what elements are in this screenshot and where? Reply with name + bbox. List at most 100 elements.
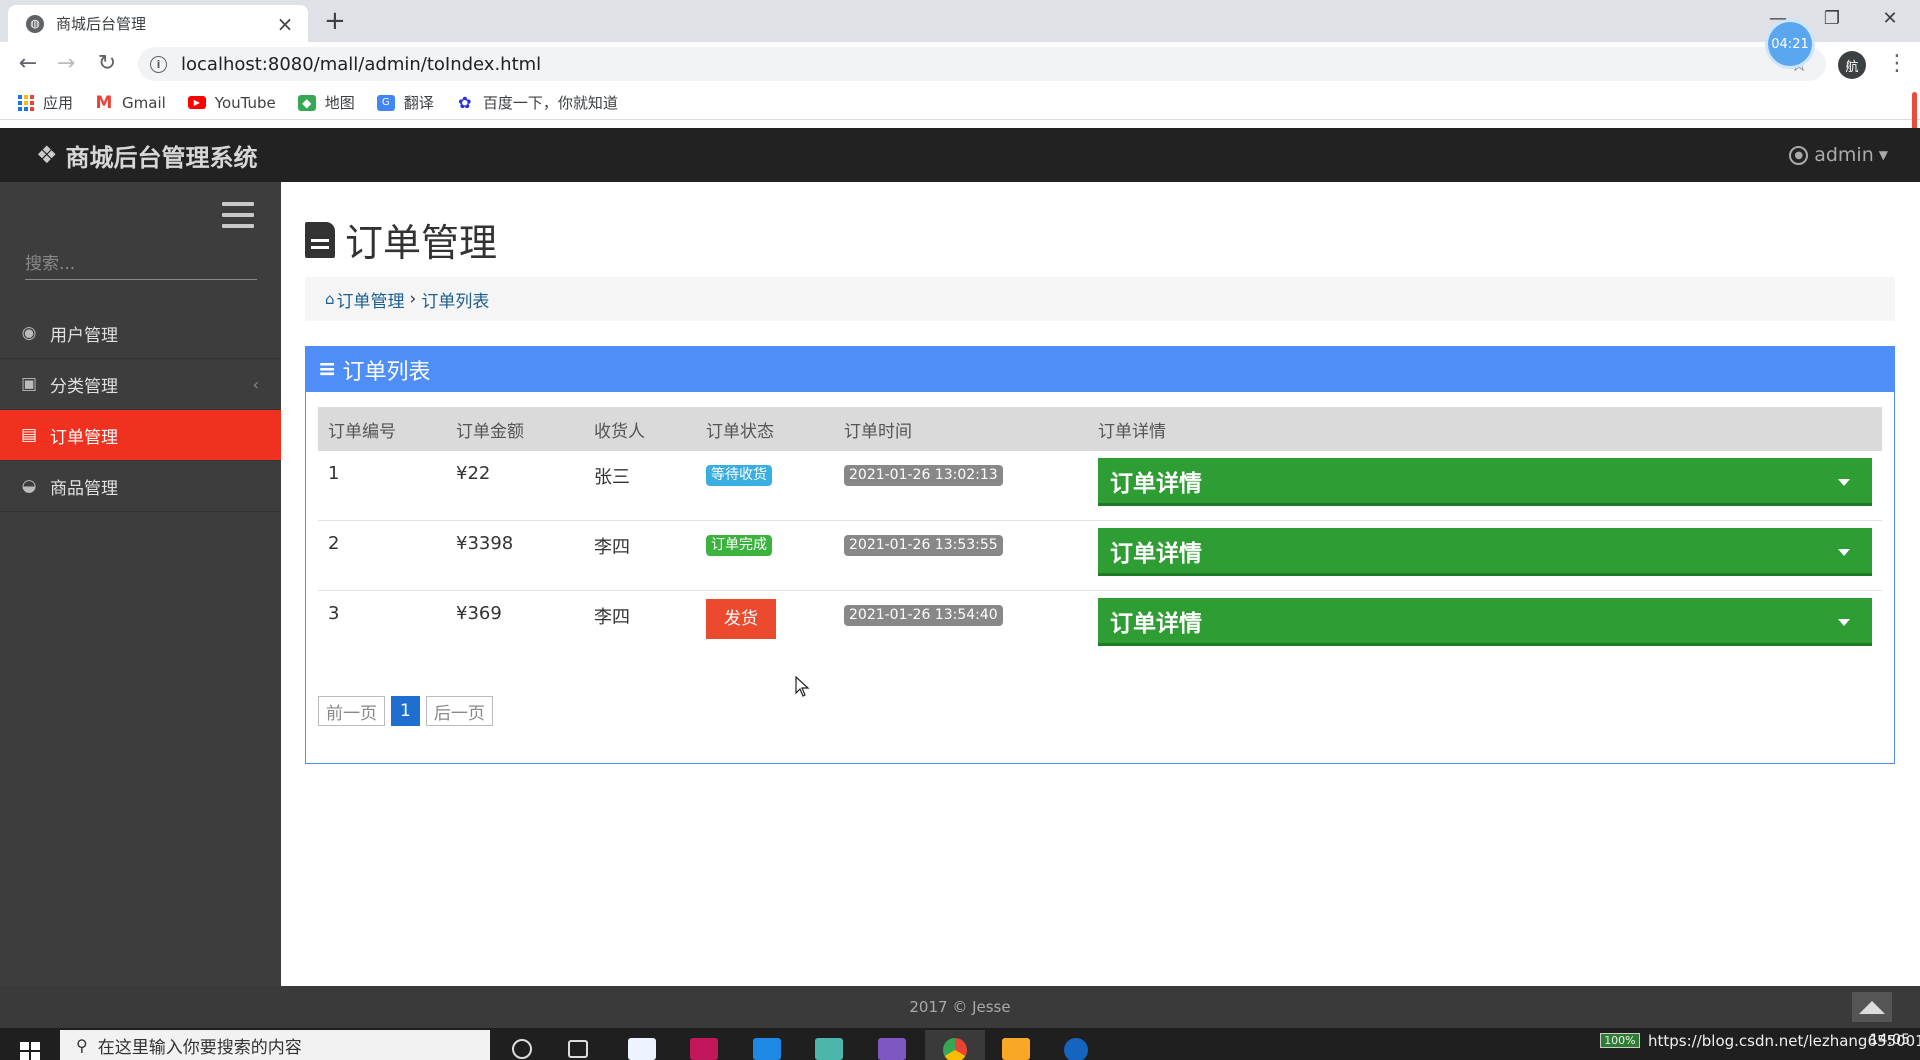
sidebar: ◉ 用户管理 ▣ 分类管理 ‹ ▤ 订单管理 ◒ 商品管理 [0,182,281,986]
order-receiver: 李四 [594,537,630,558]
app-icon-3[interactable] [878,1038,906,1060]
status-badge: 订单完成 [706,535,772,556]
column-header: 订单详情 [1098,421,1166,442]
breadcrumb-separator: › [409,289,417,309]
bookmark-baidu[interactable]: ✿ 百度一下，你就知道 [456,92,618,113]
browser-tab[interactable]: ◍ 商城后台管理 × [8,5,308,42]
chrome-taskbar-button[interactable] [925,1030,985,1060]
maps-icon: ◆ [297,94,316,111]
youtube-icon: ▶ [187,96,206,109]
bookmark-maps[interactable]: ◆ 地图 [297,92,355,113]
ship-button[interactable]: 发货 [706,599,776,639]
user-menu[interactable]: ● admin ▼ [1789,128,1888,182]
page-number-button[interactable]: 1 [391,696,420,726]
user-circle-icon: ◉ [21,323,37,343]
baidu-icon: ✿ [458,93,472,112]
table-header: 订单编号 订单金额 收货人 订单状态 订单时间 订单详情 [318,407,1882,451]
order-id: 1 [328,463,340,484]
chevron-left-icon: ‹ [252,374,259,394]
status-badge: 等待收货 [706,465,772,486]
back-to-top-button[interactable] [1852,992,1892,1022]
bookmark-youtube[interactable]: ▶ YouTube [187,94,276,112]
new-tab-icon[interactable]: + [324,8,346,34]
battery-indicator[interactable]: 100% [1600,1032,1640,1048]
order-detail-dropdown[interactable]: 订单详情 [1098,598,1872,646]
app-icon-2[interactable] [815,1038,843,1060]
hamburger-menu-icon[interactable] [222,202,254,228]
url-text[interactable]: localhost:8080/mall/admin/toIndex.html [181,54,541,75]
column-header: 订单时间 [844,421,912,442]
apps-grid-icon [18,94,34,111]
table-row: 3 ¥369 李四 发货 2021-01-26 13:54:40 订单详情 [318,591,1882,661]
next-page-button[interactable]: 后一页 [425,696,493,726]
task-view-icon[interactable] [568,1040,588,1058]
file-explorer-icon[interactable] [1002,1038,1030,1060]
bookmark-apps[interactable]: 应用 [18,92,73,113]
bookmark-translate[interactable]: G 翻译 [376,92,434,113]
breadcrumb-link[interactable]: 订单列表 [421,287,489,312]
translate-icon: G [376,94,395,111]
search-icon: ⚲ [76,1035,88,1055]
cortana-icon[interactable] [512,1039,532,1059]
column-header: 收货人 [594,421,645,442]
column-header: 订单状态 [706,421,774,442]
sidebar-menu: ◉ 用户管理 ▣ 分类管理 ‹ ▤ 订单管理 ◒ 商品管理 [0,308,281,512]
cubes-icon: ❖ [36,141,58,169]
globe-icon: ◍ [26,14,44,33]
app-icon-1[interactable] [628,1038,656,1060]
home-icon: ⌂ [325,290,335,308]
tab-title: 商城后台管理 [56,15,147,33]
window-close-icon[interactable]: ✕ [1870,4,1910,34]
sidebar-item-orders[interactable]: ▤ 订单管理 [0,410,281,461]
brand[interactable]: ❖ 商城后台管理系统 [36,128,258,182]
caret-down-icon [1838,479,1850,486]
sidebar-item-users[interactable]: ◉ 用户管理 [0,308,281,359]
gmail-icon: M [95,92,113,113]
taskbar-search-box[interactable]: ⚲ 在这里输入你要搜索的内容 [60,1030,490,1060]
profile-avatar[interactable]: 航 [1838,51,1866,79]
sidebar-item-categories[interactable]: ▣ 分类管理 ‹ [0,359,281,410]
prev-page-button[interactable]: 前一页 [318,696,385,726]
order-detail-dropdown[interactable]: 订单详情 [1098,458,1872,506]
order-time-badge: 2021-01-26 13:54:40 [844,605,1003,626]
sidebar-item-products[interactable]: ◒ 商品管理 [0,461,281,512]
copyright-text: 2017 © Jesse [909,998,1011,1016]
pagination: 前一页 1 后一页 [318,696,499,726]
page-footer: 2017 © Jesse [0,986,1920,1028]
order-amount: ¥3398 [456,533,514,554]
order-amount: ¥22 [456,463,491,484]
order-receiver: 李四 [594,607,630,628]
table-row: 1 ¥22 张三 等待收货 2021-01-26 13:02:13 订单详情 [318,451,1882,521]
close-icon[interactable]: × [274,14,296,34]
menu-kebab-icon[interactable]: ⋮ [1886,50,1908,78]
table-row: 2 ¥3398 李四 订单完成 2021-01-26 13:53:55 订单详情 [318,521,1882,591]
breadcrumb-link[interactable]: 订单管理 [337,287,405,312]
caret-down-icon: ▼ [1878,148,1888,162]
vscode-icon[interactable] [753,1038,781,1060]
forward-icon[interactable]: → [52,50,80,78]
sidebar-item-label: 订单管理 [50,427,118,448]
back-icon[interactable]: ← [14,50,42,78]
windows-start-icon[interactable] [20,1042,40,1060]
column-header: 订单编号 [328,421,396,442]
order-detail-dropdown[interactable]: 订单详情 [1098,528,1872,576]
reload-icon[interactable]: ↻ [93,50,121,78]
address-bar[interactable]: i localhost:8080/mall/admin/toIndex.html… [138,47,1826,81]
intellij-icon[interactable] [690,1038,718,1060]
timer-badge[interactable]: 04:21 [1768,22,1812,66]
order-id: 3 [328,603,340,624]
category-icon: ▣ [20,374,38,394]
breadcrumb: ⌂ 订单管理 › 订单列表 [305,277,1895,321]
chrome-icon [943,1038,967,1060]
watermark-text: https://blog.csdn.net/lezhang6550013 [1648,1032,1920,1050]
arrow-up-icon [1859,1000,1885,1014]
caret-down-icon [1838,549,1850,556]
browser-tab-bar: ◍ 商城后台管理 × + — ❐ ✕ [0,0,1920,42]
restore-icon[interactable]: ❐ [1812,4,1852,34]
info-icon[interactable]: i [150,55,167,73]
caret-down-icon [1838,619,1850,626]
os-taskbar: ⚲ 在这里输入你要搜索的内容 100% 14:05 [0,1028,1920,1060]
bookmark-gmail[interactable]: M Gmail [95,92,166,113]
sidebar-search-input[interactable] [25,248,257,280]
app-icon-4[interactable] [1064,1038,1088,1060]
